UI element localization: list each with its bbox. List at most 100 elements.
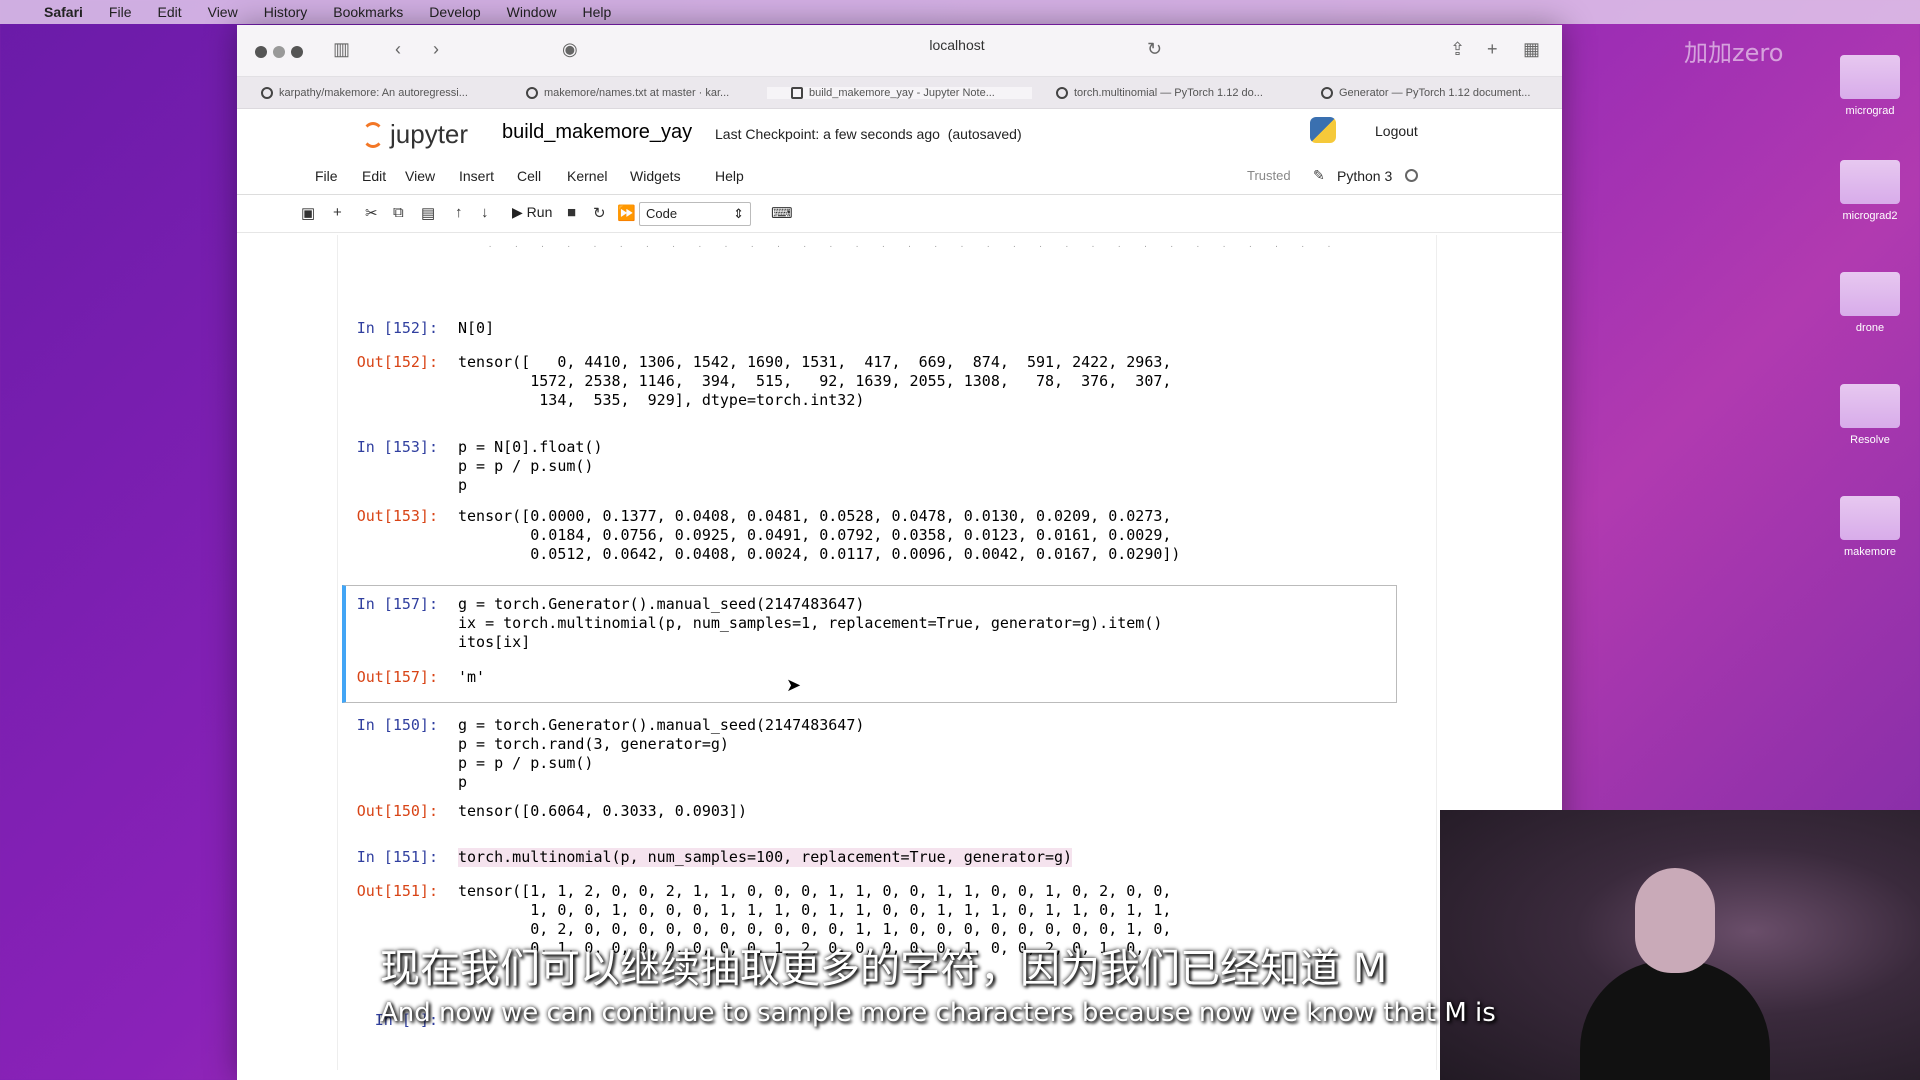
tab-names-txt[interactable]: makemore/names.txt at master · kar... (502, 86, 767, 99)
desktop-folder-drone[interactable]: drone (1820, 272, 1920, 334)
truncated-output-ticks: ································· (488, 243, 1354, 251)
tab-label: makemore/names.txt at master · kar... (544, 86, 730, 99)
cell-code[interactable]: g = torch.Generator().manual_seed(214748… (458, 595, 1162, 652)
notebook-toolbar: ▣ + ✂ ⧉ ▤ ↑ ↓ ▶ Run ■ ↻ ⏩ Code ⇕ ⌨ (237, 195, 1562, 233)
cell-output: tensor([0.6064, 0.3033, 0.0903]) (458, 802, 747, 820)
mouse-cursor-icon: ➤ (786, 675, 802, 695)
nb-menu-cell[interactable]: Cell (517, 168, 541, 184)
nb-menu-widgets[interactable]: Widgets (630, 168, 681, 184)
tab-makemore-repo[interactable]: karpathy/makemore: An autoregressi... (237, 86, 502, 99)
menu-history[interactable]: History (264, 4, 308, 20)
folder-icon (1840, 160, 1900, 204)
copy-icon[interactable]: ⧉ (393, 204, 404, 221)
desktop-folder-micrograd2[interactable]: micrograd2 (1820, 160, 1920, 222)
python-icon (1310, 117, 1336, 143)
zoom-window-button[interactable] (291, 46, 303, 58)
checkpoint-status: Last Checkpoint: a few seconds ago (auto… (715, 126, 1022, 142)
github-icon (261, 86, 273, 99)
output-prompt: Out[153]: (356, 507, 438, 525)
safari-window: ▥ ‹ › ◉ localhost ↻ ⇪ + ▦ karpathy/makem… (237, 25, 1562, 1080)
menu-app[interactable]: Safari (44, 4, 83, 20)
cell-code[interactable]: N[0] (458, 319, 494, 338)
tab-label: build_makemore_yay - Jupyter Note... (809, 86, 995, 99)
add-cell-icon[interactable]: + (333, 204, 342, 221)
cell-type-value: Code (646, 206, 678, 221)
paste-icon[interactable]: ▤ (421, 204, 435, 222)
fast-forward-icon[interactable]: ⏩ (617, 204, 636, 222)
tab-generator-docs[interactable]: Generator — PyTorch 1.12 document... (1297, 86, 1562, 99)
desktop-folder-micrograd[interactable]: micrograd (1820, 55, 1920, 117)
watermark: 加加zero (1684, 39, 1784, 67)
safari-toolbar: ▥ ‹ › ◉ localhost ↻ ⇪ + ▦ (237, 25, 1562, 77)
reload-icon[interactable]: ↻ (1147, 39, 1162, 60)
cell-code[interactable]: torch.multinomial(p, num_samples=100, re… (458, 848, 1073, 867)
nb-menu-view[interactable]: View (405, 168, 435, 184)
share-icon[interactable]: ⇪ (1450, 39, 1465, 60)
nb-menu-insert[interactable]: Insert (459, 168, 494, 184)
folder-icon (1840, 272, 1900, 316)
move-up-icon[interactable]: ↑ (455, 204, 463, 221)
menu-window[interactable]: Window (507, 4, 557, 20)
trusted-indicator[interactable]: Trusted (1247, 168, 1291, 183)
webcam-overlay (1440, 810, 1920, 1080)
folder-label: drone (1855, 322, 1885, 334)
pencil-icon[interactable]: ✎ (1313, 167, 1325, 184)
output-prompt: Out[152]: (356, 353, 438, 371)
notebook-title[interactable]: build_makemore_yay (502, 121, 692, 144)
tab-label: karpathy/makemore: An autoregressi... (279, 86, 468, 99)
close-window-button[interactable] (255, 46, 267, 58)
new-tab-icon[interactable]: + (1487, 39, 1498, 60)
menu-help[interactable]: Help (582, 4, 611, 20)
nb-menu-kernel[interactable]: Kernel (567, 168, 607, 184)
play-icon: ▶ (512, 204, 523, 220)
macos-menubar: Safari File Edit View History Bookmarks … (0, 0, 1920, 24)
input-prompt: In [157]: (356, 595, 438, 613)
cut-icon[interactable]: ✂ (365, 204, 378, 222)
kernel-name[interactable]: Python 3 (1337, 168, 1392, 184)
output-prompt: Out[151]: (356, 882, 438, 900)
cell-code[interactable]: p = N[0].float() p = p / p.sum() p (458, 438, 603, 495)
folder-label: makemore (1844, 546, 1896, 558)
menu-file[interactable]: File (109, 4, 132, 20)
nb-menu-help[interactable]: Help (715, 168, 744, 184)
presenter-head (1635, 868, 1715, 973)
privacy-icon[interactable]: ◉ (562, 39, 578, 60)
desktop-folder-resolve[interactable]: Resolve (1820, 384, 1920, 446)
logout-button[interactable]: Logout (1367, 119, 1426, 143)
save-icon[interactable]: ▣ (301, 204, 315, 222)
nb-menu-edit[interactable]: Edit (362, 168, 386, 184)
forward-icon[interactable]: › (433, 39, 439, 60)
run-button[interactable]: ▶ Run (512, 204, 552, 221)
folder-icon (1840, 55, 1900, 99)
minimize-window-button[interactable] (273, 46, 285, 58)
input-prompt: In [150]: (356, 716, 438, 734)
address-bar[interactable]: localhost (757, 37, 1157, 53)
sidebar-icon[interactable]: ▥ (333, 39, 350, 60)
output-prompt: Out[150]: (356, 802, 438, 820)
tab-bar: karpathy/makemore: An autoregressi... ma… (237, 77, 1562, 109)
notebook-menubar: File Edit View Insert Cell Kernel Widget… (237, 157, 1562, 195)
desktop-folder-makemore[interactable]: makemore (1820, 496, 1920, 558)
menu-bookmarks[interactable]: Bookmarks (333, 4, 403, 20)
folder-label: micrograd2 (1842, 210, 1898, 222)
tab-overview-icon[interactable]: ▦ (1523, 39, 1540, 60)
menu-view[interactable]: View (208, 4, 238, 20)
jupyter-icon (362, 121, 384, 148)
back-icon[interactable]: ‹ (395, 39, 401, 60)
stop-icon[interactable]: ■ (567, 204, 576, 221)
pytorch-icon (1056, 86, 1068, 99)
tab-torch-multinomial[interactable]: torch.multinomial — PyTorch 1.12 do... (1032, 86, 1297, 99)
move-down-icon[interactable]: ↓ (481, 204, 489, 221)
restart-icon[interactable]: ↻ (593, 204, 606, 222)
cell-code[interactable]: g = torch.Generator().manual_seed(214748… (458, 716, 864, 792)
input-prompt: In [153]: (356, 438, 438, 456)
menu-develop[interactable]: Develop (429, 4, 480, 20)
nb-menu-file[interactable]: File (315, 168, 338, 184)
input-prompt: In [152]: (356, 319, 438, 337)
cell-output: tensor([ 0, 4410, 1306, 1542, 1690, 1531… (458, 353, 1172, 409)
keyboard-icon[interactable]: ⌨ (771, 204, 793, 222)
tab-jupyter[interactable]: build_makemore_yay - Jupyter Note... (767, 86, 1032, 99)
jupyter-logo[interactable]: jupyter (362, 119, 468, 150)
menu-edit[interactable]: Edit (157, 4, 181, 20)
cell-type-select[interactable]: Code ⇕ (639, 202, 751, 226)
